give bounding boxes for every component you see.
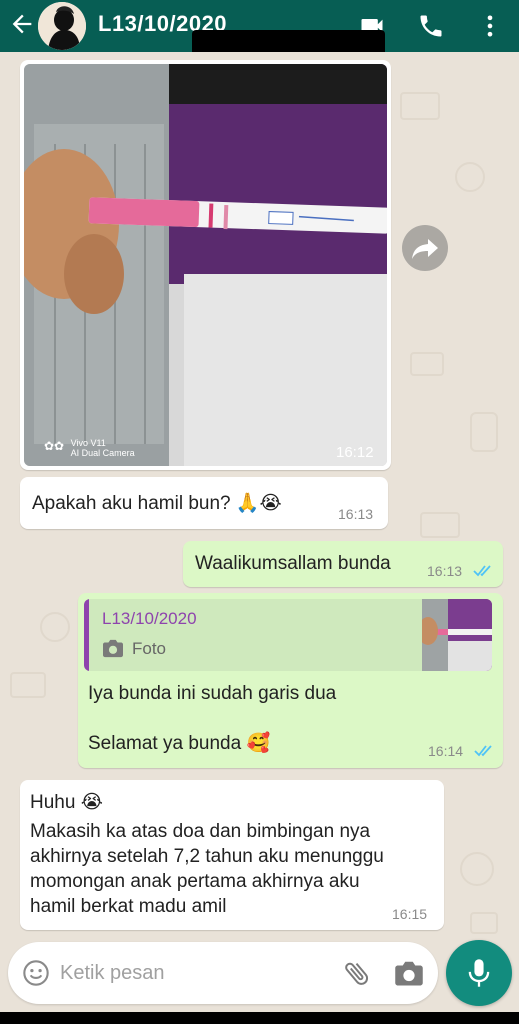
message-text: Apakah aku hamil bun? 🙏😭 <box>32 493 282 514</box>
quote-accent-bar <box>84 599 89 671</box>
phone-icon[interactable] <box>417 12 445 40</box>
camera-icon <box>103 639 123 658</box>
message-composer <box>8 942 438 1004</box>
outgoing-reply-message[interactable]: L13/10/2020 Foto Iya bunda ini sudah gar… <box>78 593 503 768</box>
message-text-line2: Selamat ya bunda 🥰 <box>88 733 271 754</box>
camera-watermark: ✿✿ Vivo V11 AI Dual Camera <box>44 438 135 458</box>
message-time: 16:13 <box>427 563 463 579</box>
attach-icon[interactable] <box>342 958 372 988</box>
avatar[interactable] <box>38 2 86 50</box>
message-time: 16:15 <box>392 906 428 922</box>
quoted-subtitle: Foto <box>132 639 167 658</box>
forward-icon <box>412 239 438 259</box>
incoming-message[interactable]: Huhu 😭 Makasih ka atas doa dan bimbingan… <box>20 780 444 930</box>
forward-button[interactable] <box>402 225 448 271</box>
quoted-photo-thumbnail <box>422 599 492 671</box>
read-ticks-icon <box>474 745 492 757</box>
message-text-line2: Makasih ka atas doa dan bimbingan nya <box>30 821 371 842</box>
message-text-line1: Iya bunda ini sudah garis dua <box>88 683 337 704</box>
quoted-message[interactable]: L13/10/2020 Foto <box>84 599 492 671</box>
emoji-icon[interactable] <box>22 959 50 987</box>
more-options-icon[interactable] <box>476 12 504 40</box>
read-ticks-icon <box>473 565 491 577</box>
watermark-logo: ✿✿ <box>44 439 65 454</box>
incoming-message[interactable]: Apakah aku hamil bun? 🙏😭 16:13 <box>20 477 388 529</box>
microphone-icon <box>468 959 490 987</box>
system-nav-bar <box>0 1012 519 1024</box>
quoted-sender: L13/10/2020 <box>102 609 197 628</box>
message-time: 16:12 <box>336 444 374 461</box>
message-time: 16:13 <box>338 506 374 522</box>
camera-icon[interactable] <box>394 959 424 987</box>
outgoing-message[interactable]: Waalikumsallam bunda 16:13 <box>183 541 503 587</box>
back-arrow-icon[interactable] <box>8 10 36 38</box>
watermark-line1: Vivo V11 <box>70 438 106 448</box>
voice-message-button[interactable] <box>446 940 512 1006</box>
message-text-line4: momongan anak pertama akhirnya aku <box>30 871 360 892</box>
pregnancy-test-photo[interactable]: ✿✿ Vivo V11 AI Dual Camera 16:12 <box>24 64 387 466</box>
message-text-line1: Huhu 😭 <box>30 792 103 813</box>
message-text-line3: akhirnya setelah 7,2 tahun aku menunggu <box>30 846 384 867</box>
watermark-line2: AI Dual Camera <box>70 448 135 458</box>
message-input[interactable] <box>60 958 330 988</box>
message-text: Waalikumsallam bunda <box>195 553 391 574</box>
message-time: 16:14 <box>428 743 464 759</box>
photo-message[interactable]: ✿✿ Vivo V11 AI Dual Camera 16:12 <box>20 60 391 470</box>
message-text-line5: hamil berkat madu amil <box>30 896 227 917</box>
